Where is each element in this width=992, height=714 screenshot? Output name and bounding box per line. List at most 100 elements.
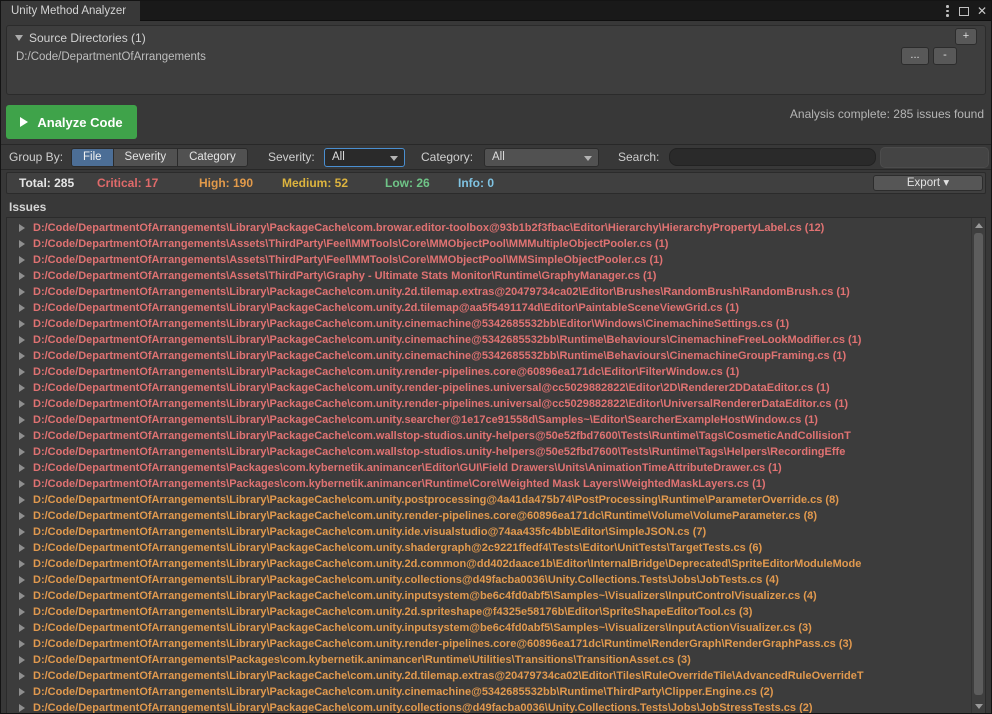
source-directories-panel: Source Directories (1) + D:/Code/Departm… xyxy=(6,25,986,95)
group-by-segmented-control: FileSeverityCategory xyxy=(72,148,248,167)
expand-arrow-icon xyxy=(19,592,25,600)
stat-info: Info: 0 xyxy=(458,176,494,190)
kebab-menu-icon[interactable] xyxy=(944,3,951,19)
analyze-code-button[interactable]: Analyze Code xyxy=(6,105,137,139)
expand-arrow-icon xyxy=(19,336,25,344)
issue-row[interactable]: D:/Code/DepartmentOfArrangements\Assets\… xyxy=(7,268,970,284)
issue-row[interactable]: D:/Code/DepartmentOfArrangements\Library… xyxy=(7,540,970,556)
issue-row[interactable]: D:/Code/DepartmentOfArrangements\Library… xyxy=(7,316,970,332)
issues-rows: D:/Code/DepartmentOfArrangements\Library… xyxy=(7,220,970,714)
issue-row[interactable]: D:/Code/DepartmentOfArrangements\Library… xyxy=(7,220,970,236)
issue-row[interactable]: D:/Code/DepartmentOfArrangements\Library… xyxy=(7,588,970,604)
issue-row[interactable]: D:/Code/DepartmentOfArrangements\Library… xyxy=(7,492,970,508)
vertical-scrollbar xyxy=(971,218,985,714)
expand-arrow-icon xyxy=(19,560,25,568)
issue-row[interactable]: D:/Code/DepartmentOfArrangements\Library… xyxy=(7,332,970,348)
scrollbar-down-icon[interactable] xyxy=(975,704,983,709)
source-directories-foldout[interactable]: Source Directories (1) xyxy=(15,31,146,45)
issue-row[interactable]: D:/Code/DepartmentOfArrangements\Library… xyxy=(7,428,970,444)
window-tab[interactable]: Unity Method Analyzer xyxy=(1,1,140,21)
expand-arrow-icon xyxy=(19,496,25,504)
issue-row[interactable]: D:/Code/DepartmentOfArrangements\Library… xyxy=(7,364,970,380)
issue-row[interactable]: D:/Code/DepartmentOfArrangements\Library… xyxy=(7,684,970,700)
analysis-status-text: Analysis complete: 285 issues found xyxy=(790,107,984,121)
issue-row[interactable]: D:/Code/DepartmentOfArrangements\Library… xyxy=(7,444,970,460)
expand-arrow-icon xyxy=(19,288,25,296)
issue-file-path: D:/Code/DepartmentOfArrangements\Library… xyxy=(33,430,851,442)
issue-file-path: D:/Code/DepartmentOfArrangements\Library… xyxy=(33,638,852,650)
issue-file-path: D:/Code/DepartmentOfArrangements\Library… xyxy=(33,382,830,394)
scrollbar-thumb[interactable] xyxy=(974,233,983,695)
group-by-option-severity[interactable]: Severity xyxy=(113,148,179,167)
search-input[interactable] xyxy=(669,148,876,166)
issue-file-path: D:/Code/DepartmentOfArrangements\Library… xyxy=(33,542,762,554)
category-dropdown[interactable]: All xyxy=(484,148,599,167)
unity-method-analyzer-window: Unity Method Analyzer ✕ Source Directori… xyxy=(0,0,992,714)
issue-file-path: D:/Code/DepartmentOfArrangements\Library… xyxy=(33,510,817,522)
expand-arrow-icon xyxy=(19,608,25,616)
stats-bar: Total: 285 Critical: 17 High: 190 Medium… xyxy=(6,172,986,194)
scrollbar-up-icon[interactable] xyxy=(975,223,983,228)
stat-medium: Medium: 52 xyxy=(282,176,348,190)
issue-row[interactable]: D:/Code/DepartmentOfArrangements\Package… xyxy=(7,652,970,668)
expand-arrow-icon xyxy=(19,352,25,360)
source-directories-label: Source Directories (1) xyxy=(29,31,146,45)
export-button[interactable]: Export ▾ xyxy=(873,175,983,191)
expand-arrow-icon xyxy=(19,320,25,328)
issue-row[interactable]: D:/Code/DepartmentOfArrangements\Library… xyxy=(7,668,970,684)
expand-arrow-icon xyxy=(19,640,25,648)
add-directory-button[interactable]: + xyxy=(955,28,977,45)
issues-list: D:/Code/DepartmentOfArrangements\Library… xyxy=(6,217,986,714)
issue-row[interactable]: D:/Code/DepartmentOfArrangements\Library… xyxy=(7,412,970,428)
issue-row[interactable]: D:/Code/DepartmentOfArrangements\Library… xyxy=(7,556,970,572)
issue-row[interactable]: D:/Code/DepartmentOfArrangements\Library… xyxy=(7,508,970,524)
close-icon[interactable]: ✕ xyxy=(977,5,987,17)
issue-row[interactable]: D:/Code/DepartmentOfArrangements\Library… xyxy=(7,572,970,588)
severity-dropdown-value: All xyxy=(332,151,345,163)
issue-row[interactable]: D:/Code/DepartmentOfArrangements\Assets\… xyxy=(7,236,970,252)
expand-arrow-icon xyxy=(19,448,25,456)
expand-arrow-icon xyxy=(19,368,25,376)
remove-directory-button[interactable]: - xyxy=(933,47,957,65)
expand-arrow-icon xyxy=(19,224,25,232)
expand-arrow-icon xyxy=(19,272,25,280)
browse-directory-button[interactable]: ... xyxy=(901,47,929,65)
issue-file-path: D:/Code/DepartmentOfArrangements\Library… xyxy=(33,222,824,234)
issue-row[interactable]: D:/Code/DepartmentOfArrangements\Library… xyxy=(7,620,970,636)
issue-row[interactable]: D:/Code/DepartmentOfArrangements\Library… xyxy=(7,300,970,316)
group-by-option-category[interactable]: Category xyxy=(177,148,248,167)
issue-file-path: D:/Code/DepartmentOfArrangements\Library… xyxy=(33,334,861,346)
issue-file-path: D:/Code/DepartmentOfArrangements\Package… xyxy=(33,654,691,666)
group-by-label: Group By: xyxy=(9,150,63,164)
foldout-arrow-icon xyxy=(15,35,23,41)
toolbar-end-panel xyxy=(880,147,989,168)
issue-file-path: D:/Code/DepartmentOfArrangements\Package… xyxy=(33,462,782,474)
expand-arrow-icon xyxy=(19,384,25,392)
expand-arrow-icon xyxy=(19,480,25,488)
titlebar: Unity Method Analyzer ✕ xyxy=(1,1,991,21)
issue-file-path: D:/Code/DepartmentOfArrangements\Library… xyxy=(33,302,739,314)
expand-arrow-icon xyxy=(19,576,25,584)
group-by-option-file[interactable]: File xyxy=(71,148,114,167)
issue-row[interactable]: D:/Code/DepartmentOfArrangements\Assets\… xyxy=(7,252,970,268)
issue-file-path: D:/Code/DepartmentOfArrangements\Library… xyxy=(33,318,789,330)
stat-total: Total: 285 xyxy=(19,176,74,190)
expand-arrow-icon xyxy=(19,656,25,664)
issue-row[interactable]: D:/Code/DepartmentOfArrangements\Package… xyxy=(7,476,970,492)
issue-file-path: D:/Code/DepartmentOfArrangements\Library… xyxy=(33,702,813,714)
issue-row[interactable]: D:/Code/DepartmentOfArrangements\Library… xyxy=(7,348,970,364)
issue-row[interactable]: D:/Code/DepartmentOfArrangements\Package… xyxy=(7,460,970,476)
issue-row[interactable]: D:/Code/DepartmentOfArrangements\Library… xyxy=(7,396,970,412)
severity-dropdown[interactable]: All xyxy=(324,148,405,167)
issue-row[interactable]: D:/Code/DepartmentOfArrangements\Library… xyxy=(7,380,970,396)
issue-row[interactable]: D:/Code/DepartmentOfArrangements\Library… xyxy=(7,604,970,620)
expand-arrow-icon xyxy=(19,704,25,712)
maximize-icon[interactable] xyxy=(959,7,969,16)
issue-row[interactable]: D:/Code/DepartmentOfArrangements\Library… xyxy=(7,636,970,652)
issue-row[interactable]: D:/Code/DepartmentOfArrangements\Library… xyxy=(7,700,970,714)
issue-row[interactable]: D:/Code/DepartmentOfArrangements\Library… xyxy=(7,524,970,540)
source-directory-path[interactable]: D:/Code/DepartmentOfArrangements xyxy=(16,51,206,63)
expand-arrow-icon xyxy=(19,304,25,312)
issue-row[interactable]: D:/Code/DepartmentOfArrangements\Library… xyxy=(7,284,970,300)
expand-arrow-icon xyxy=(19,624,25,632)
